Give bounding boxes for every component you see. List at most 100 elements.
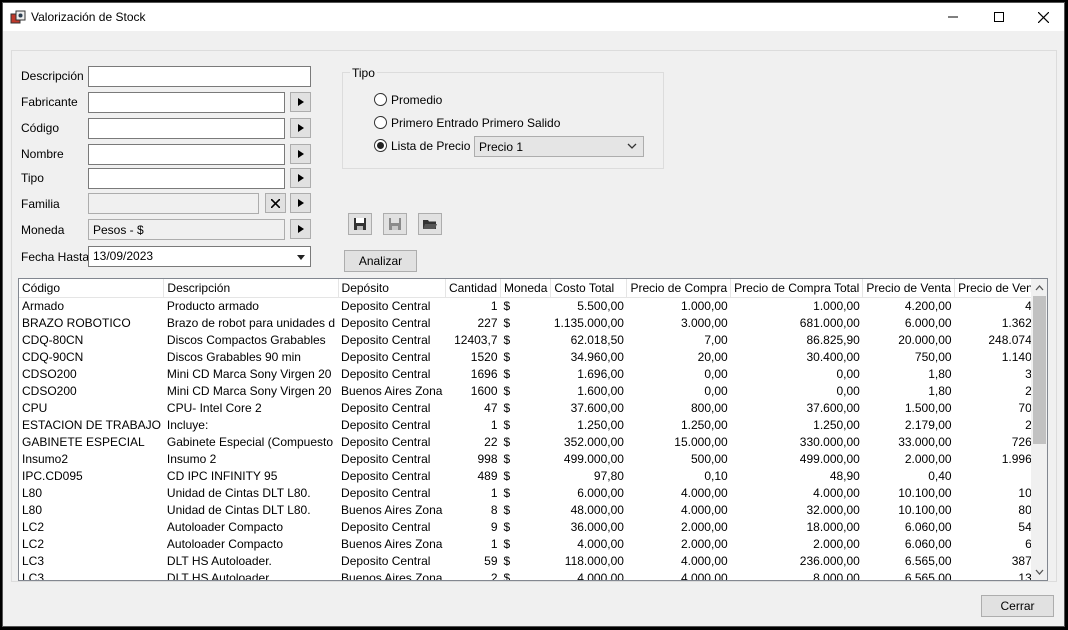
lista-precio-label[interactable]: Lista de Precio <box>391 139 470 153</box>
table-cell: Brazo de robot para unidades d <box>166 315 336 330</box>
table-cell: 4.000,00 <box>680 502 728 517</box>
table-cell: $ <box>503 315 511 330</box>
table-row[interactable]: CDSO200 Mini CD Marca Sony Virgen 20 Bueno… <box>19 382 1047 399</box>
table-cell: 86.825,90 <box>806 332 860 347</box>
save-as-button[interactable] <box>383 213 407 235</box>
peps-label[interactable]: Primero Entrado Primero Salido <box>391 116 560 130</box>
scroll-thumb[interactable] <box>1033 296 1046 444</box>
table-cell: Buenos Aires Zona <box>341 502 443 517</box>
save-button[interactable] <box>348 213 372 235</box>
table-cell: 10.100,00 <box>898 502 952 517</box>
col-header-codigo[interactable]: Código <box>19 279 165 298</box>
col-header-precio-compra[interactable]: Precio de Compra <box>626 279 732 298</box>
table-row[interactable]: GABINETE ESPECIAL Gabinete Especial (Comp… <box>19 433 1047 450</box>
col-header-precio-venta[interactable]: Precio de Venta <box>862 279 956 298</box>
descripcion-input[interactable] <box>88 66 311 87</box>
table-row[interactable]: Insumo2 Insumo 2 Deposito Central 998 $499.0… <box>19 450 1047 467</box>
moneda-input[interactable] <box>88 219 285 240</box>
fabricante-input[interactable] <box>88 92 285 113</box>
table-row[interactable]: LC2 Autoloader Compacto Deposito Central 9 $… <box>19 518 1047 535</box>
familia-select-button[interactable] <box>290 193 311 213</box>
nombre-select-button[interactable] <box>290 144 311 164</box>
open-button[interactable] <box>418 213 442 235</box>
arrow-right-icon <box>297 174 304 182</box>
maximize-button[interactable] <box>976 3 1022 31</box>
codigo-input[interactable] <box>88 118 285 139</box>
table-cell: 330.000,00 <box>799 434 860 449</box>
table-cell: $ <box>503 349 511 364</box>
table-row[interactable]: LC3 DLT HS Autoloader. Deposito Central 59 $… <box>19 552 1047 569</box>
table-cell: LC3 <box>22 570 45 581</box>
minimize-button[interactable] <box>930 3 976 31</box>
table-row[interactable]: ESTACION DE TRABAJO Incluye: Deposito Cent… <box>19 416 1047 433</box>
radio-promedio[interactable] <box>374 93 387 106</box>
table-cell: 2.000,00 <box>680 519 728 534</box>
table-cell: Deposito Central <box>341 315 431 330</box>
table-cell: 489 <box>477 468 498 483</box>
radio-lista-precio[interactable] <box>374 139 387 152</box>
tipo-input[interactable] <box>88 168 285 189</box>
familia-clear-button[interactable] <box>265 193 286 213</box>
analizar-button[interactable]: Analizar <box>344 250 417 272</box>
col-header-precio-compra-total[interactable]: Precio de Compra Total <box>730 279 864 298</box>
table-row[interactable]: CDQ-90CN Discos Grabables 90 min Deposito … <box>19 348 1047 365</box>
tipo-select-button[interactable] <box>290 168 311 188</box>
table-row[interactable]: CDSO200 Mini CD Marca Sony Virgen 20 Depos… <box>19 365 1047 382</box>
vertical-scrollbar[interactable] <box>1031 279 1047 580</box>
table-cell: $ <box>503 400 511 415</box>
lista-precio-select[interactable]: Precio 1 <box>474 136 644 157</box>
table-cell: 7,00 <box>704 332 728 347</box>
table-cell: 1.600,00 <box>577 383 624 398</box>
table-row[interactable]: L80 Unidad de Cintas DLT L80. Deposito Cen… <box>19 484 1047 501</box>
nombre-input[interactable] <box>88 144 285 165</box>
table-cell: Deposito Central <box>341 553 431 568</box>
table-cell: Deposito Central <box>341 400 431 415</box>
scroll-up-button[interactable] <box>1031 279 1047 296</box>
table-cell: 0,10 <box>704 468 728 483</box>
table-row[interactable]: L80 Unidad de Cintas DLT L80. Buenos Aires… <box>19 501 1047 518</box>
fecha-hasta-picker[interactable]: 13/09/2023 <box>88 246 311 267</box>
radio-peps[interactable] <box>374 116 387 129</box>
stock-grid[interactable]: Código Descripción Depósito Cantidad Mon… <box>18 278 1048 581</box>
table-cell: 2 <box>490 570 498 581</box>
table-row[interactable]: BRAZO ROBOTICO Brazo de robot para unidad… <box>19 314 1047 331</box>
col-header-costo-total[interactable]: Costo Total <box>550 279 628 298</box>
lista-precio-value: Precio 1 <box>479 140 524 154</box>
col-header-deposito[interactable]: Depósito <box>338 279 446 298</box>
familia-label: Familia <box>21 197 60 211</box>
table-cell: 1.000,00 <box>813 298 860 313</box>
nombre-label: Nombre <box>21 147 64 161</box>
table-row[interactable]: LC2 Autoloader Compacto Buenos Aires Zona 1… <box>19 535 1047 552</box>
table-cell: GABINETE ESPECIAL <box>22 434 145 449</box>
table-cell: 1.250,00 <box>577 417 624 432</box>
table-row[interactable]: Armado Producto armado Deposito Central 1 $5… <box>19 297 1047 314</box>
table-cell: 9 <box>490 519 498 534</box>
table-cell: 36.000,00 <box>570 519 624 534</box>
table-cell: BRAZO ROBOTICO <box>22 315 131 330</box>
table-cell: Deposito Central <box>341 434 431 449</box>
table-cell: $ <box>503 451 511 466</box>
cerrar-button[interactable]: Cerrar <box>981 595 1054 617</box>
table-cell: DLT HS Autoloader. <box>166 570 272 581</box>
table-cell: ESTACION DE TRABAJO <box>22 417 161 432</box>
table-cell: 998 <box>477 451 498 466</box>
table-row[interactable]: IPC.CD095 CD IPC INFINITY 95 Deposito Cent… <box>19 467 1047 484</box>
table-row[interactable]: CDQ-80CN Discos Compactos Grabables Deposi… <box>19 331 1047 348</box>
familia-input[interactable] <box>88 193 259 214</box>
codigo-label: Código <box>21 121 60 135</box>
scroll-down-button[interactable] <box>1031 563 1047 580</box>
fabricante-select-button[interactable] <box>290 92 311 112</box>
col-header-cantidad[interactable]: Cantidad <box>445 279 502 298</box>
close-button[interactable] <box>1020 3 1066 31</box>
col-header-descripcion[interactable]: Descripción <box>163 279 339 298</box>
col-header-moneda[interactable]: Moneda <box>500 279 552 298</box>
table-cell: 227 <box>477 315 498 330</box>
table-cell: CDSO200 <box>22 366 77 381</box>
moneda-select-button[interactable] <box>290 219 311 239</box>
table-cell: Deposito Central <box>341 298 431 313</box>
codigo-select-button[interactable] <box>290 118 311 138</box>
folder-open-icon <box>423 220 437 229</box>
table-row[interactable]: LC3 DLT HS Autoloader. Buenos Aires Zona 2 $… <box>19 569 1047 581</box>
table-row[interactable]: CPU CPU- Intel Core 2 Deposito Central 47 $3… <box>19 399 1047 416</box>
promedio-label[interactable]: Promedio <box>391 93 442 107</box>
